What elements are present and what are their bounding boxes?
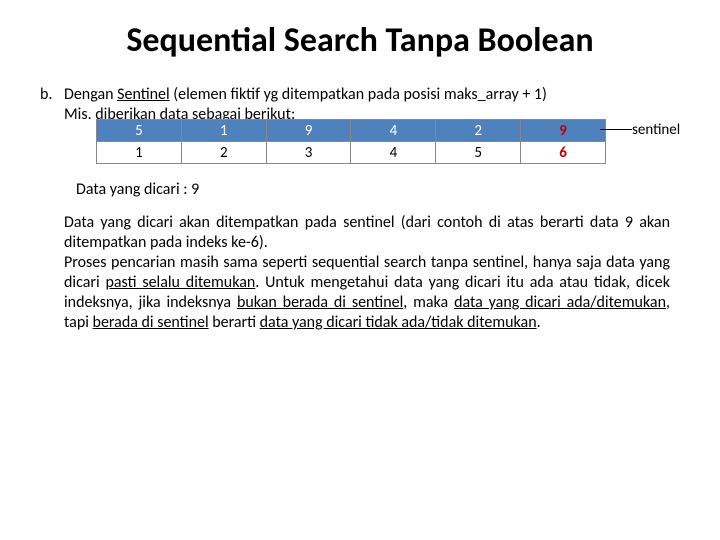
index-cell: 5 — [436, 142, 521, 164]
p2-e: , maka — [403, 293, 454, 312]
intro-prefix: Dengan — [64, 85, 117, 104]
data-cell-sentinel: 9 — [521, 120, 606, 142]
index-cell: 4 — [351, 142, 436, 164]
paragraph-1: Data yang dicari akan ditempatkan pada s… — [64, 213, 670, 253]
data-cell: 9 — [266, 120, 351, 142]
search-label: Data yang dicari : 9 — [76, 180, 680, 199]
page-title: Sequential Search Tanpa Boolean — [40, 20, 680, 61]
p2-k: . — [537, 313, 541, 332]
index-cell: 1 — [97, 142, 182, 164]
paragraph-2: Proses pencarian masih sama seperti sequ… — [64, 253, 670, 333]
data-cell: 1 — [181, 120, 266, 142]
index-cell: 3 — [266, 142, 351, 164]
data-cell: 4 — [351, 120, 436, 142]
p2-f: data yang dicari ada/ditemukan — [454, 293, 666, 312]
table-wrap: 5 1 9 4 2 9 1 2 3 4 5 6 sentinel — [40, 119, 680, 164]
p2-d: bukan berada di sentinel — [237, 293, 403, 312]
p2-j: data yang dicari tidak ada/tidak ditemuk… — [260, 313, 537, 332]
sentinel-pointer-line — [600, 129, 632, 130]
intro-sentinel-word: Sentinel — [117, 85, 170, 104]
sentinel-label: sentinel — [632, 121, 680, 139]
p2-h: berada di sentinel — [93, 313, 209, 332]
p2-i: berarti — [209, 313, 260, 332]
index-cell-sentinel: 6 — [521, 142, 606, 164]
data-cell: 2 — [436, 120, 521, 142]
p2-b: pasti selalu ditemukan — [105, 273, 255, 292]
data-cell: 5 — [97, 120, 182, 142]
intro-rest: (elemen fiktif yg ditempatkan pada posis… — [170, 85, 547, 104]
table-row: 5 1 9 4 2 9 — [97, 120, 606, 142]
index-cell: 2 — [181, 142, 266, 164]
table-row: 1 2 3 4 5 6 — [97, 142, 606, 164]
data-table: 5 1 9 4 2 9 1 2 3 4 5 6 — [96, 119, 606, 164]
